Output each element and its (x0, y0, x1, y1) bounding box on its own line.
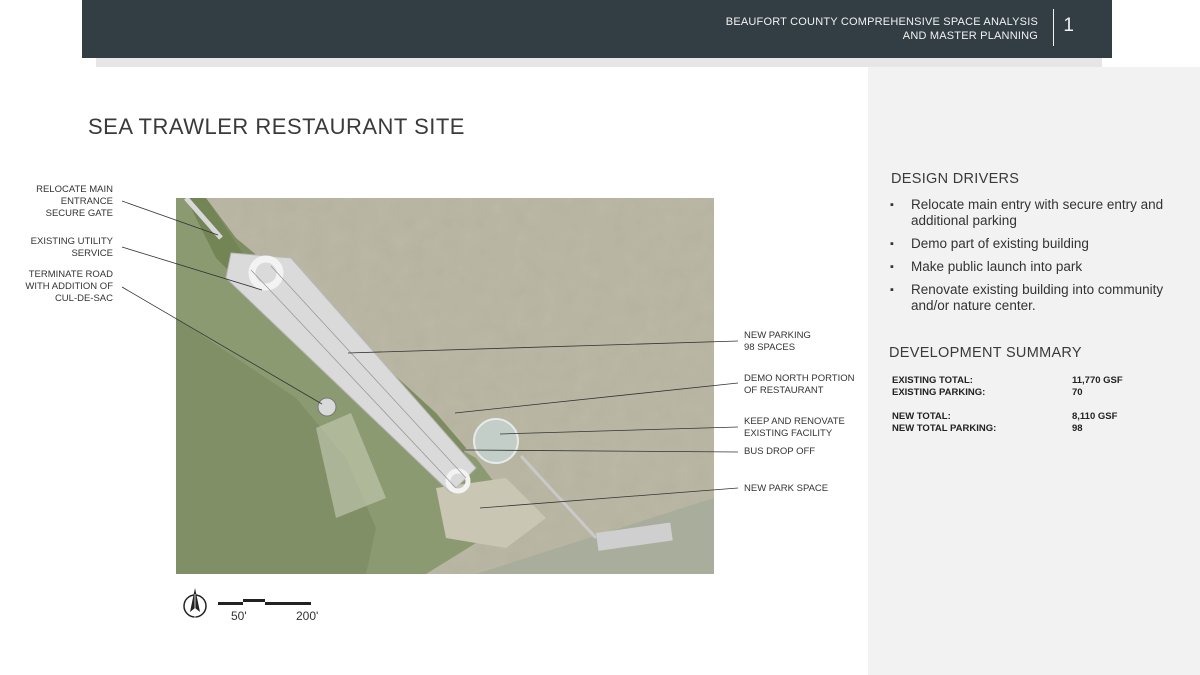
callout-line: DEMO NORTH PORTION (744, 373, 855, 384)
callout-relocate-entrance: RELOCATE MAIN ENTRANCE SECURE GATE (0, 184, 113, 220)
callout-line: NEW PARKING (744, 330, 811, 341)
list-item: ▪ Make public launch into park (888, 259, 1178, 275)
callout-line: ENTRANCE (60, 196, 113, 207)
header-title: BEAUFORT COUNTY COMPREHENSIVE SPACE ANAL… (726, 15, 1038, 43)
site-plan-drawing (176, 198, 714, 574)
callout-line: EXISTING FACILITY (744, 428, 833, 439)
callout-line: SERVICE (71, 248, 113, 259)
summary-label: EXISTING TOTAL: (892, 375, 973, 386)
header-title-line-1: BEAUFORT COUNTY COMPREHENSIVE SPACE ANAL… (725, 16, 1038, 28)
callout-line: TERMINATE ROAD (28, 269, 113, 280)
callout-bus-drop-off: BUS DROP OFF (744, 446, 874, 458)
driver-text: Demo part of existing building (911, 236, 1089, 251)
summary-value: 70 (1072, 387, 1083, 398)
summary-value: 11,770 GSF (1072, 375, 1123, 386)
page-title: SEA TRAWLER RESTAURANT SITE (88, 114, 465, 139)
callout-line: RELOCATE MAIN (36, 184, 113, 195)
bullet-icon: ▪ (890, 284, 894, 296)
callout-cul-de-sac: TERMINATE ROAD WITH ADDITION OF CUL-DE-S… (0, 269, 113, 305)
callout-line: 98 SPACES (744, 342, 796, 353)
driver-text: Renovate existing building into communit… (911, 282, 1164, 313)
scale-bar (218, 599, 311, 605)
scale-label-200: 200' (296, 609, 319, 623)
header-bar: BEAUFORT COUNTY COMPREHENSIVE SPACE ANAL… (82, 0, 1112, 58)
summary-value: 98 (1072, 423, 1083, 434)
summary-label: NEW TOTAL: (892, 411, 951, 422)
site-plan-map (176, 198, 714, 574)
callout-line: CUL-DE-SAC (54, 293, 113, 304)
driver-text: Make public launch into park (911, 259, 1083, 274)
list-item: ▪ Renovate existing building into communi… (888, 282, 1178, 314)
design-drivers-heading: DESIGN DRIVERS (891, 171, 1020, 187)
callout-demo-north: DEMO NORTH PORTION OF RESTAURANT (744, 373, 874, 397)
callout-line: NEW PARK SPACE (744, 483, 829, 494)
existing-facility (473, 418, 519, 464)
callout-line: KEEP AND RENOVATE (744, 416, 845, 427)
scale-label-50: 50' (231, 609, 247, 623)
header-shadow (96, 58, 1102, 67)
page-number: 1 (1063, 15, 1074, 36)
bullet-icon: ▪ (890, 261, 894, 273)
callout-keep-renovate: KEEP AND RENOVATE EXISTING FACILITY (744, 416, 874, 440)
driver-text: Relocate main entry with secure entry an… (911, 197, 1164, 228)
design-drivers-list: ▪ Relocate main entry with secure entry a… (888, 197, 1178, 321)
summary-label: EXISTING PARKING: (892, 387, 986, 398)
list-item: ▪ Relocate main entry with secure entry a… (888, 197, 1178, 229)
header-divider (1053, 9, 1054, 46)
bullet-icon: ▪ (890, 199, 894, 211)
development-summary-heading: DEVELOPMENT SUMMARY (889, 345, 1082, 361)
callout-line: WITH ADDITION OF (25, 281, 113, 292)
list-item: ▪ Demo part of existing building (888, 236, 1178, 252)
callout-line: OF RESTAURANT (744, 385, 824, 396)
callout-new-parking: NEW PARKING 98 SPACES (744, 330, 874, 354)
summary-value: 8,110 GSF (1072, 411, 1118, 422)
callout-utility-service: EXISTING UTILITY SERVICE (0, 236, 113, 260)
callout-line: SECURE GATE (45, 208, 113, 219)
callout-line: EXISTING UTILITY (30, 236, 113, 247)
callout-line: BUS DROP OFF (744, 446, 816, 457)
right-panel (868, 67, 1200, 675)
bullet-icon: ▪ (890, 238, 894, 250)
header-title-line-2: AND MASTER PLANNING (902, 30, 1038, 42)
callout-new-park-space: NEW PARK SPACE (744, 483, 874, 495)
north-arrow-icon (183, 588, 207, 618)
cul-de-sac (317, 397, 337, 417)
summary-label: NEW TOTAL PARKING: (892, 423, 997, 434)
